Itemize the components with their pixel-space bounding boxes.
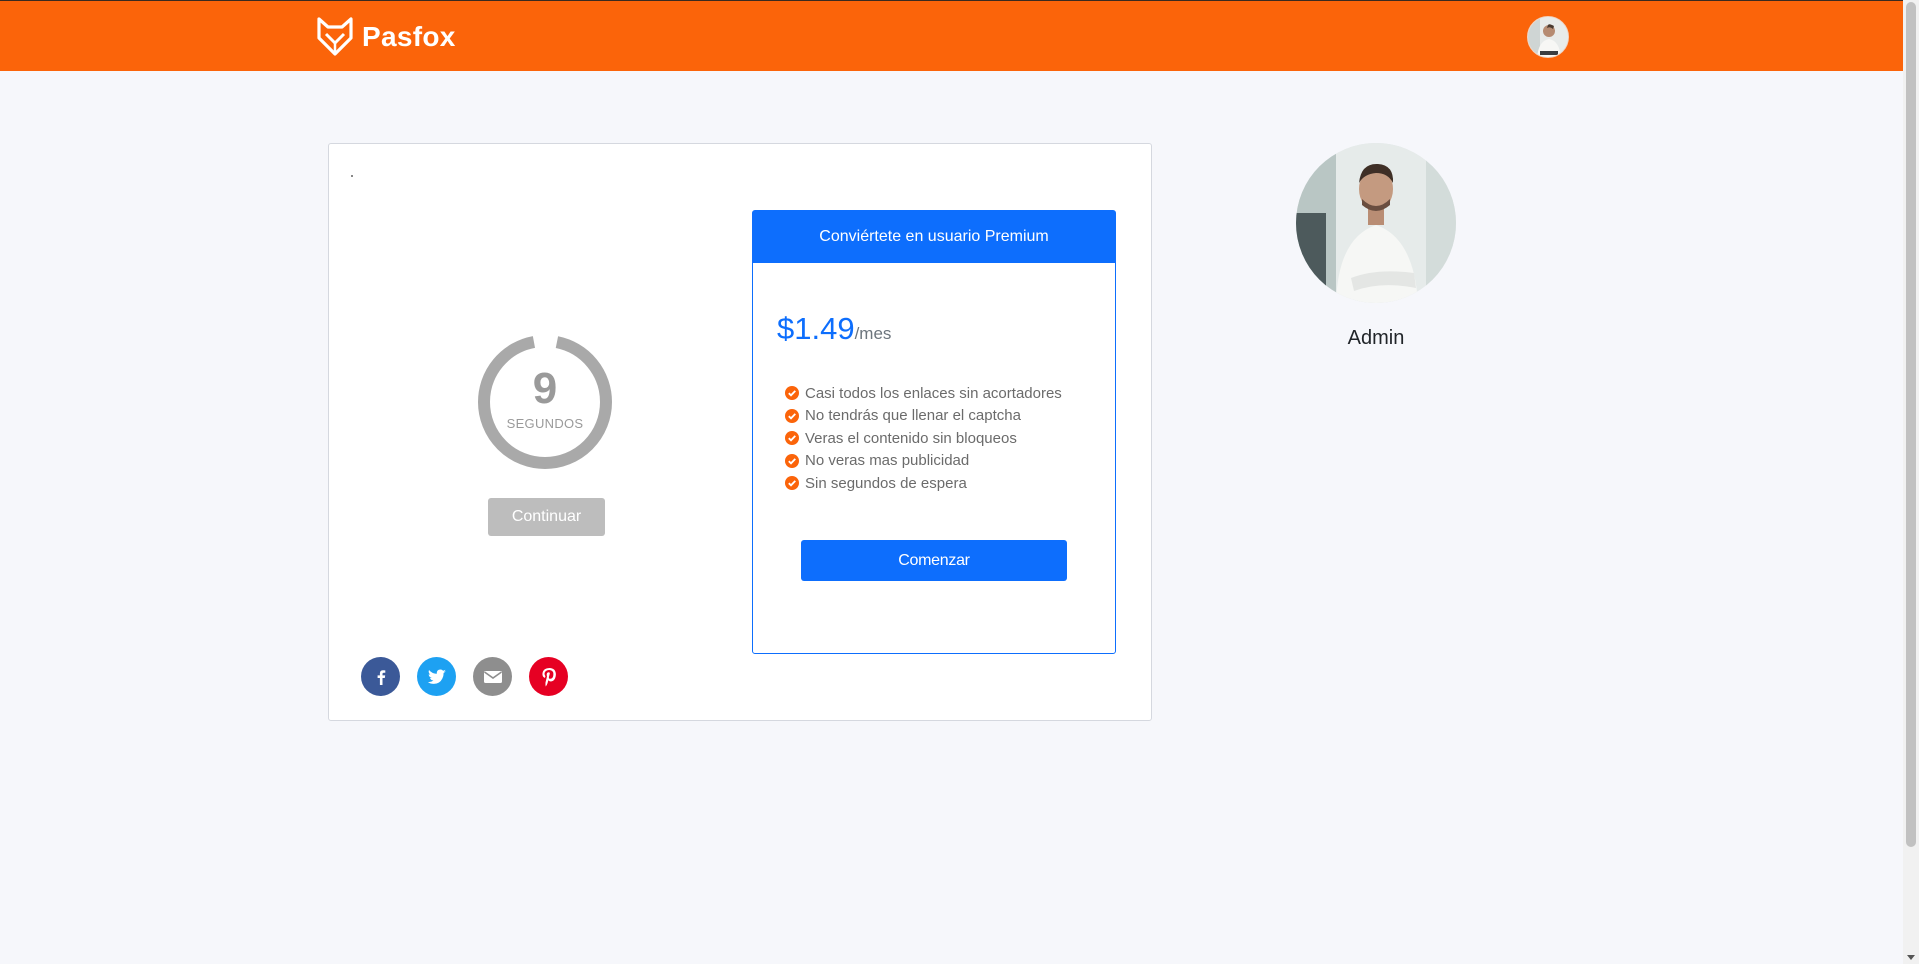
email-icon (483, 670, 502, 683)
twitter-icon (427, 669, 446, 684)
scroll-down-arrow-icon[interactable] (1907, 955, 1915, 960)
scrollbar-thumb[interactable] (1906, 2, 1916, 847)
feature-text: Sin segundos de espera (805, 474, 967, 492)
share-buttons (361, 657, 568, 696)
check-circle-icon (785, 453, 799, 468)
pinterest-icon (541, 667, 556, 686)
page-scrollbar[interactable] (1903, 0, 1919, 964)
list-item: Veras el contenido sin bloqueos (785, 427, 1062, 450)
top-navbar: Pasfox (0, 0, 1903, 71)
facebook-icon (377, 669, 385, 685)
twitter-share-button[interactable] (417, 657, 456, 696)
premium-offer-card: Conviértete en usuario Premium $1.49 /me… (752, 210, 1116, 654)
brand-name: Pasfox (362, 21, 456, 52)
list-item: Sin segundos de espera (785, 472, 1062, 495)
pinterest-share-button[interactable] (529, 657, 568, 696)
author-name: Admin (1347, 327, 1405, 349)
price-amount: $1.49 (777, 311, 855, 346)
author-photo (1296, 143, 1456, 303)
feature-text: Casi todos los enlaces sin acortadores (805, 384, 1062, 402)
feature-text: No tendrás que llenar el captcha (805, 407, 1021, 425)
facebook-share-button[interactable] (361, 657, 400, 696)
check-circle-icon (785, 408, 799, 423)
continue-button[interactable]: Continuar (488, 498, 605, 536)
feature-text: Veras el contenido sin bloqueos (805, 429, 1017, 447)
countdown-label: SEGUNDOS (506, 416, 584, 431)
countdown-timer: 9 SEGUNDOS (477, 334, 613, 470)
price: $1.49 /mes (777, 311, 891, 347)
user-avatar[interactable] (1527, 16, 1569, 58)
premium-title: Conviértete en usuario Premium (753, 211, 1115, 263)
check-circle-icon (785, 386, 799, 401)
check-circle-icon (785, 431, 799, 446)
list-item: Casi todos los enlaces sin acortadores (785, 382, 1062, 405)
list-item: No tendrás que llenar el captcha (785, 405, 1062, 428)
countdown-seconds: 9 (532, 364, 558, 413)
placeholder-dot (351, 175, 353, 177)
feature-list: Casi todos los enlaces sin acortadores N… (785, 382, 1062, 495)
feature-text: No veras mas publicidad (805, 452, 970, 470)
brand-link[interactable]: Pasfox (316, 16, 456, 58)
price-period: /mes (854, 324, 892, 343)
email-share-button[interactable] (473, 657, 512, 696)
list-item: No veras mas publicidad (785, 450, 1062, 473)
content-card: 9 SEGUNDOS Continuar Conviértete en usua… (328, 143, 1152, 721)
check-circle-icon (785, 476, 799, 491)
start-premium-button[interactable]: Comenzar (801, 540, 1067, 581)
fox-icon (316, 16, 354, 58)
